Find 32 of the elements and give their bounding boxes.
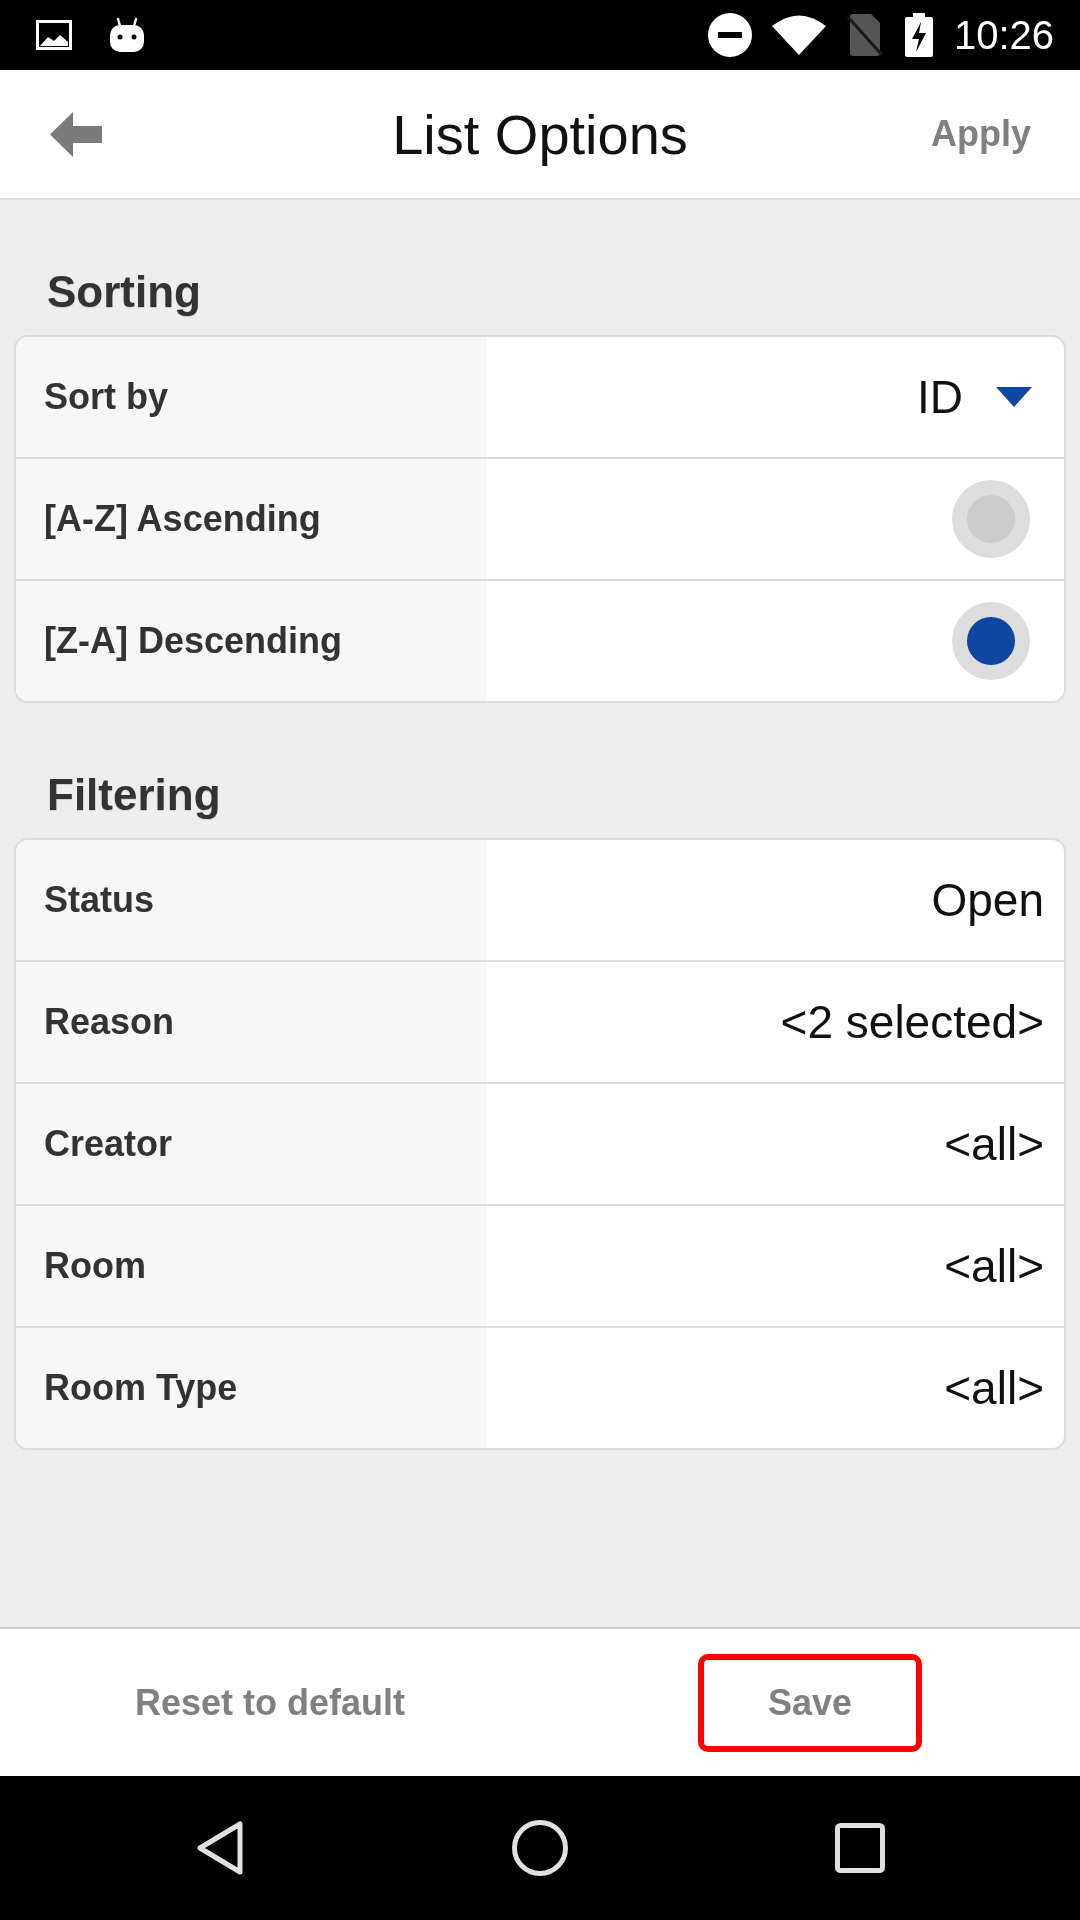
dropdown-caret-icon xyxy=(996,387,1032,407)
filter-value[interactable]: Open xyxy=(931,873,1044,927)
recent-apps-square-icon[interactable] xyxy=(835,1823,885,1873)
back-button[interactable] xyxy=(48,109,104,159)
option-label: Status xyxy=(16,840,487,960)
back-arrow-icon xyxy=(50,111,102,157)
wifi-icon xyxy=(771,15,826,55)
home-circle-icon[interactable] xyxy=(512,1820,568,1876)
option-label: Sort by xyxy=(16,337,487,457)
option-label: Creator xyxy=(16,1084,487,1204)
option-label: Room Type xyxy=(16,1328,487,1448)
option-label: [A-Z] Ascending xyxy=(16,459,487,579)
clock-time: 10:26 xyxy=(953,12,1054,58)
battery-charging-icon xyxy=(903,13,934,57)
filter-value[interactable]: <all> xyxy=(944,1117,1044,1171)
screen-title: List Options xyxy=(392,101,688,168)
do-not-disturb-icon xyxy=(707,13,752,57)
option-label: [Z-A] Descending xyxy=(16,581,487,701)
option-label: Reason xyxy=(16,962,487,1082)
back-triangle-icon[interactable] xyxy=(196,1820,244,1876)
filter-value[interactable]: <all> xyxy=(944,1239,1044,1293)
footer-button[interactable]: Save xyxy=(697,1653,923,1752)
section-heading: Sorting xyxy=(47,266,201,318)
filter-value[interactable]: <2 selected> xyxy=(780,995,1044,1049)
sort-dropdown[interactable]: ID xyxy=(917,370,1044,424)
no-sim-icon xyxy=(845,13,884,57)
apply-button[interactable]: Apply xyxy=(931,113,1031,155)
section-heading: Filtering xyxy=(47,769,221,821)
robot-face-icon xyxy=(109,17,145,53)
image-icon xyxy=(36,20,72,50)
option-label: Room xyxy=(16,1206,487,1326)
filter-value[interactable]: <all> xyxy=(944,1361,1044,1415)
